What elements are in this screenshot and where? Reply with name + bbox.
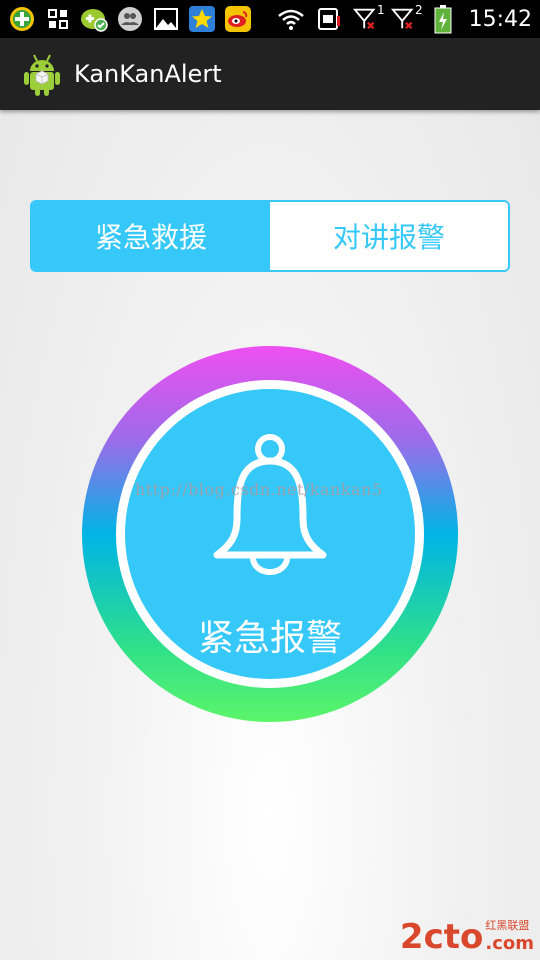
weibo-icon — [224, 5, 252, 33]
sim-icon — [315, 5, 343, 33]
logo-side: 红黑联盟 .com — [485, 917, 534, 954]
clock: 15:42 — [468, 6, 532, 32]
alarm-button-ring: 紧急报警 — [116, 380, 424, 688]
tab-intercom-alarm[interactable]: 对讲报警 — [270, 202, 508, 270]
signal-2-label: 2 — [414, 3, 423, 17]
watermark-url: http://blog.csdn.net/kankan5 — [135, 480, 383, 499]
notification-icons — [8, 5, 252, 33]
logo-main-text: 2cto — [399, 917, 484, 957]
bell-icon — [213, 434, 327, 575]
wifi-icon — [277, 5, 305, 33]
gamepad-icon — [80, 5, 108, 33]
green-plus-icon — [8, 5, 36, 33]
site-logo: 2cto 红黑联盟 .com — [400, 917, 534, 954]
segmented-tabs: 紧急救援 对讲报警 — [30, 200, 510, 272]
logo-small-text: 红黑联盟 — [485, 919, 530, 932]
app-title: KanKanAlert — [74, 60, 222, 88]
signal-1-label: 1 — [376, 3, 385, 17]
system-icons: 1 2 15:42 — [277, 3, 532, 34]
status-bar: 1 2 15:42 — [0, 0, 540, 38]
android-icon[interactable] — [22, 52, 62, 96]
alarm-button-face: 紧急报警 — [125, 389, 415, 679]
star-icon — [188, 5, 216, 33]
emergency-alarm-button[interactable]: 紧急报警 — [82, 346, 458, 722]
people-icon — [116, 5, 144, 33]
signal-1-icon: 1 — [352, 3, 385, 33]
image-icon — [152, 5, 180, 33]
logo-suffix: .com — [485, 933, 534, 954]
battery-charging-icon — [429, 5, 457, 34]
signal-2-icon: 2 — [390, 3, 423, 33]
alarm-label: 紧急报警 — [197, 618, 342, 659]
grid-icon — [44, 5, 72, 33]
action-bar: KanKanAlert — [0, 38, 540, 110]
tab-emergency-rescue[interactable]: 紧急救援 — [32, 202, 270, 270]
